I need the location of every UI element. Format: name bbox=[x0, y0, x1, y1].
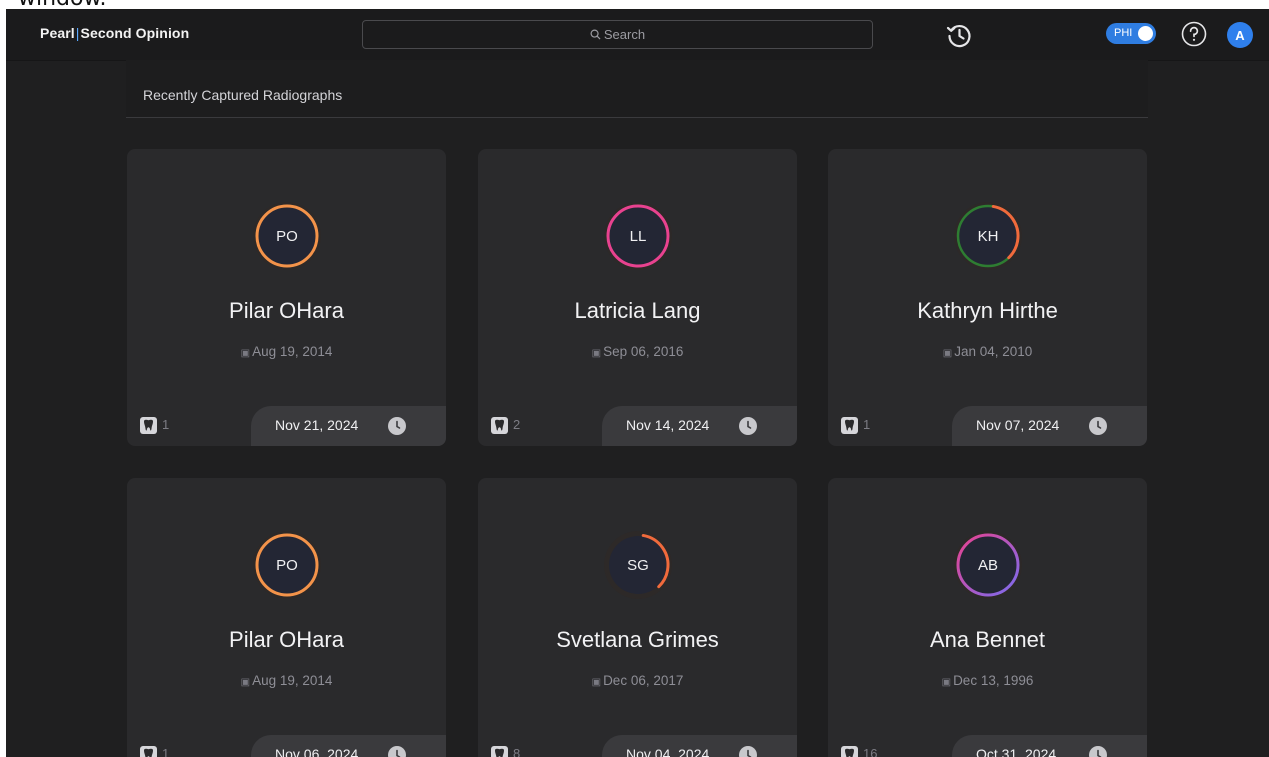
birthday-icon: ▣ bbox=[591, 348, 602, 359]
birthday-icon: ▣ bbox=[942, 348, 953, 359]
birthday-icon: ▣ bbox=[240, 677, 251, 688]
patient-card[interactable]: LL Latricia Lang ▣ Sep 06, 2016 2 Nov 14,… bbox=[478, 149, 797, 446]
avatar-initials: PO bbox=[276, 556, 298, 574]
phi-toggle-label: PHI bbox=[1114, 27, 1133, 39]
birthday-icon: ▣ bbox=[591, 677, 602, 688]
search-icon bbox=[590, 29, 601, 40]
birthday-icon: ▣ bbox=[941, 677, 952, 688]
patient-name: Kathryn Hirthe bbox=[917, 298, 1058, 323]
patient-name: Pilar OHara bbox=[229, 627, 344, 652]
patient-name: Ana Bennet bbox=[930, 627, 1045, 652]
tooth-icon bbox=[140, 746, 157, 757]
account-avatar[interactable]: A bbox=[1227, 22, 1253, 48]
logo-pearl: Pearl bbox=[40, 25, 75, 41]
patient-card[interactable]: PO Pilar OHara ▣ Aug 19, 2014 1 Nov 06, 2… bbox=[127, 478, 446, 757]
tooth-icon bbox=[491, 417, 508, 434]
search-input[interactable]: Search bbox=[362, 20, 873, 49]
birthday-icon: ▣ bbox=[240, 348, 251, 359]
dob-value: Dec 06, 2017 bbox=[603, 673, 684, 688]
clock-icon bbox=[739, 746, 757, 757]
help-icon[interactable] bbox=[1181, 21, 1207, 47]
capture-date: Nov 21, 2024 bbox=[275, 417, 359, 433]
phi-toggle-knob bbox=[1138, 26, 1153, 41]
capture-date-pill[interactable]: Nov 07, 2024 bbox=[952, 406, 1147, 446]
logo-product: Second Opinion bbox=[80, 25, 190, 41]
app-window: Pearl|Second Opinion Search PHI A Recent… bbox=[6, 9, 1269, 757]
dob-value: Aug 19, 2014 bbox=[252, 673, 333, 688]
dob-value: Aug 19, 2014 bbox=[252, 344, 333, 359]
section-header: Recently Captured Radiographs bbox=[126, 60, 1148, 118]
app-logo[interactable]: Pearl|Second Opinion bbox=[40, 25, 189, 41]
capture-date: Nov 06, 2024 bbox=[275, 746, 359, 757]
patient-name: Svetlana Grimes bbox=[556, 627, 719, 652]
search-placeholder: Search bbox=[603, 27, 646, 42]
tooth-icon bbox=[841, 417, 858, 434]
history-icon[interactable] bbox=[945, 21, 973, 49]
capture-date-pill[interactable]: Nov 14, 2024 bbox=[602, 406, 797, 446]
image-count: 1 bbox=[162, 746, 170, 757]
logo-separator: | bbox=[75, 25, 80, 41]
date-of-birth: ▣ Dec 13, 1996 bbox=[828, 673, 1147, 688]
tooth-icon bbox=[841, 746, 858, 757]
date-of-birth: ▣ Jan 04, 2010 bbox=[828, 344, 1147, 359]
patient-card[interactable]: KH Kathryn Hirthe ▣ Jan 04, 2010 1 Nov 07… bbox=[828, 149, 1147, 446]
tooth-icon bbox=[140, 417, 157, 434]
image-count: 16 bbox=[863, 746, 878, 757]
date-of-birth: ▣ Sep 06, 2016 bbox=[478, 344, 797, 359]
patient-name: Latricia Lang bbox=[574, 298, 701, 323]
clock-icon bbox=[388, 746, 406, 757]
clock-icon bbox=[1089, 746, 1107, 757]
phi-toggle[interactable]: PHI bbox=[1106, 23, 1156, 44]
capture-date-pill[interactable]: Nov 06, 2024 bbox=[251, 735, 446, 757]
image-count: 2 bbox=[513, 417, 521, 432]
avatar-initials: LL bbox=[629, 227, 647, 245]
date-of-birth: ▣ Aug 19, 2014 bbox=[127, 344, 446, 359]
clock-icon bbox=[388, 417, 406, 435]
avatar-initials: PO bbox=[276, 227, 298, 245]
patient-card[interactable]: SG Svetlana Grimes ▣ Dec 06, 2017 8 Nov 0… bbox=[478, 478, 797, 757]
dob-value: Sep 06, 2016 bbox=[603, 344, 684, 359]
capture-date: Oct 31, 2024 bbox=[976, 746, 1057, 757]
top-bar: Pearl|Second Opinion Search PHI A bbox=[6, 9, 1269, 61]
avatar-initials: SG bbox=[627, 556, 649, 574]
image-count: 1 bbox=[162, 417, 170, 432]
patient-name: Pilar OHara bbox=[229, 298, 344, 323]
patient-card[interactable]: PO Pilar OHara ▣ Aug 19, 2014 1 Nov 21, 2… bbox=[127, 149, 446, 446]
avatar-initials: AB bbox=[977, 556, 998, 574]
patient-card[interactable]: AB Ana Bennet ▣ Dec 13, 1996 16 Oct 31, 2… bbox=[828, 478, 1147, 757]
capture-date: Nov 04, 2024 bbox=[626, 746, 710, 757]
clock-icon bbox=[1089, 417, 1107, 435]
image-count: 8 bbox=[513, 746, 521, 757]
capture-date-pill[interactable]: Nov 21, 2024 bbox=[251, 406, 446, 446]
capture-date-pill[interactable]: Oct 31, 2024 bbox=[952, 735, 1147, 757]
capture-date-pill[interactable]: Nov 04, 2024 bbox=[602, 735, 797, 757]
date-of-birth: ▣ Dec 06, 2017 bbox=[478, 673, 797, 688]
dob-value: Dec 13, 1996 bbox=[953, 673, 1034, 688]
image-count: 1 bbox=[863, 417, 871, 432]
date-of-birth: ▣ Aug 19, 2014 bbox=[127, 673, 446, 688]
tooth-icon bbox=[491, 746, 508, 757]
dob-value: Jan 04, 2010 bbox=[954, 344, 1033, 359]
capture-date: Nov 14, 2024 bbox=[626, 417, 710, 433]
capture-date: Nov 07, 2024 bbox=[976, 417, 1060, 433]
section-title: Recently Captured Radiographs bbox=[143, 87, 343, 103]
avatar-initials: KH bbox=[977, 227, 999, 245]
clock-icon bbox=[739, 417, 757, 435]
